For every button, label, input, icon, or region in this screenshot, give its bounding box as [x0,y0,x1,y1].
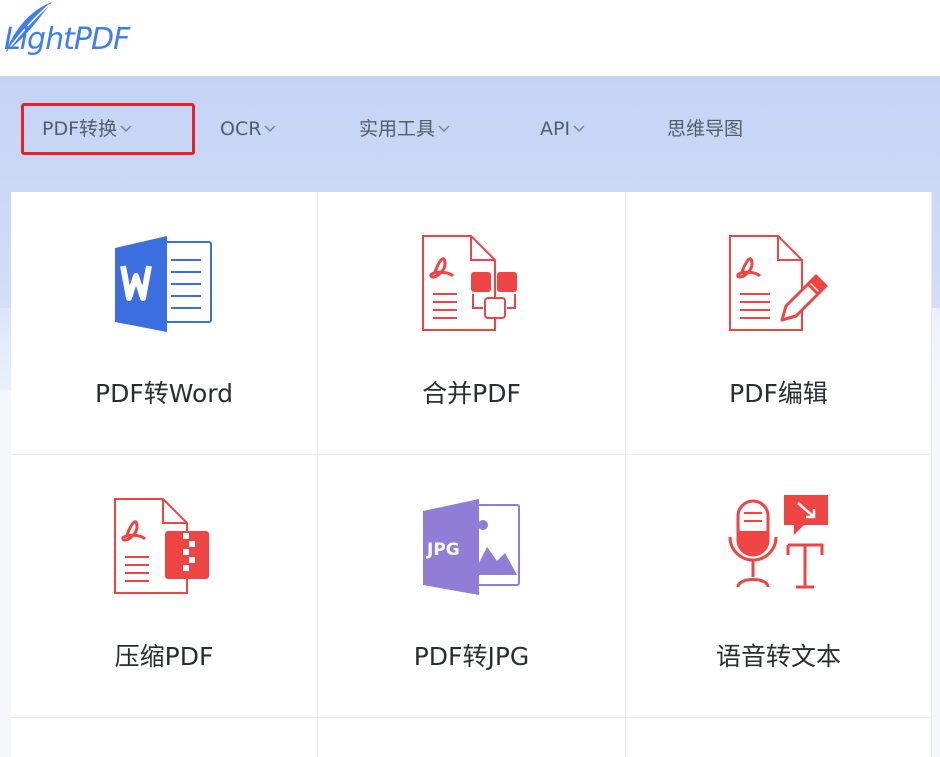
tool-card-edit-pdf[interactable]: PDF编辑 [626,192,932,455]
tool-card[interactable] [626,718,932,757]
edit-pdf-icon [728,235,827,331]
tool-card-speech-to-text[interactable]: 语音转文本 [626,455,932,718]
logo-text: LightPDF [4,22,130,57]
site-header: LightPDF [0,0,940,76]
selected-nav-highlight [21,103,195,155]
tool-card-pdf-to-jpg[interactable]: JPG PDF转JPG [318,455,626,718]
chevron-down-icon [264,125,276,132]
tool-card[interactable] [318,718,626,757]
nav-item-ocr[interactable]: OCR [220,100,277,158]
tool-card-compress-pdf[interactable]: 压缩PDF [11,455,318,718]
tool-label: PDF编辑 [729,379,828,408]
chevron-down-icon [438,125,450,132]
tool-label: PDF转Word [95,379,233,408]
nav-item-label: API [540,118,571,140]
tool-card-merge-pdf[interactable]: 合并PDF [318,192,626,455]
tool-label: 语音转文本 [715,642,841,671]
nav-item-label: 实用工具 [359,118,436,140]
nav-item-label: OCR [220,118,262,140]
tool-card[interactable] [11,718,318,757]
nav-item-mindmap[interactable]: 思维导图 [667,100,743,158]
speech-to-text-icon [728,495,828,589]
nav-item-tools[interactable]: 实用工具 [359,100,451,158]
tool-grid: PDF转Word 合并PDF PDF编辑 压缩PDF JPG PDF转JPG 语… [11,192,932,757]
tool-label: 压缩PDF [114,642,214,671]
tool-label: 合并PDF [422,379,521,408]
tool-label: PDF转JPG [413,642,530,671]
lightpdf-logo[interactable]: LightPDF [0,0,150,72]
word-document-icon [115,236,212,332]
jpg-image-icon: JPG [422,499,520,595]
tool-card-pdf-to-word[interactable]: PDF转Word [11,192,318,455]
chevron-down-icon [573,125,585,132]
nav-item-api[interactable]: API [540,100,586,158]
nav-item-label: 思维导图 [667,118,744,140]
svg-text:JPG: JPG [426,540,460,560]
compress-pdf-icon [114,498,209,594]
merge-pdf-icon [421,235,517,331]
